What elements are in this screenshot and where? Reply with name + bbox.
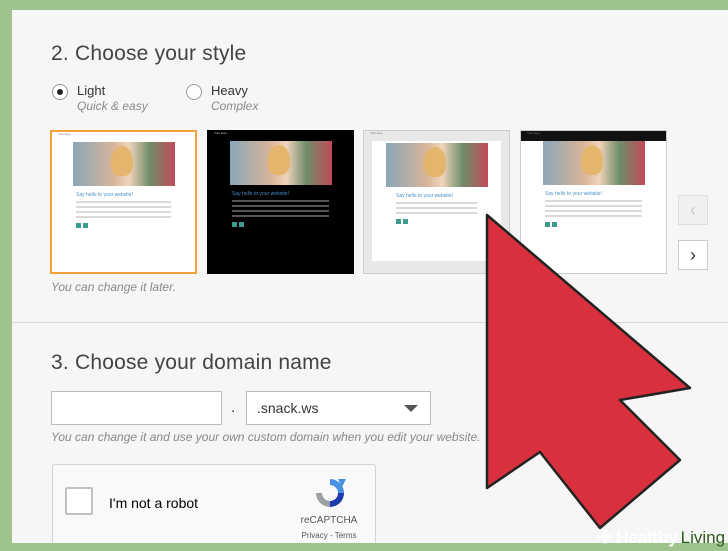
theme-thumbnail-1[interactable]: Your logo Say hello to your website! bbox=[50, 130, 197, 274]
recaptcha-widget: I'm not a robot reCAPTCHA Privacy - Term… bbox=[52, 464, 376, 543]
domain-select[interactable]: .snack.ws bbox=[246, 391, 431, 425]
style-heading: 2. Choose your style bbox=[51, 42, 247, 65]
theme-thumbnail-3[interactable]: Your logo Say hello to your website! bbox=[363, 130, 510, 274]
thumb-logo-text: Your logo bbox=[370, 131, 383, 135]
theme-thumbnail-2[interactable]: Your logo Say hello to your website! bbox=[207, 130, 354, 274]
radio-light[interactable] bbox=[52, 84, 68, 100]
thumb-title: Say hello to your website! bbox=[545, 191, 602, 197]
chevron-right-icon: › bbox=[690, 244, 696, 265]
style-caption: You can change it later. bbox=[51, 280, 176, 294]
theme-thumbnail-4[interactable]: Your logo Say hello to your website! bbox=[520, 130, 667, 274]
domain-select-value: .snack.ws bbox=[257, 400, 319, 416]
style-option-light[interactable]: Light Quick & easy bbox=[52, 83, 148, 113]
watermark-word-2: Living bbox=[680, 528, 726, 547]
thumb-title: Say hello to your website! bbox=[76, 192, 133, 198]
recaptcha-brand: reCAPTCHA bbox=[300, 515, 358, 526]
healthy-living-watermark: ✚ Healthy Living bbox=[598, 528, 725, 548]
thumb-title: Say hello to your website! bbox=[232, 191, 289, 197]
carousel-prev-button[interactable]: ‹ bbox=[678, 195, 708, 225]
carousel-next-button[interactable]: › bbox=[678, 240, 708, 270]
option-heavy-subtitle: Complex bbox=[211, 99, 259, 113]
thumb-logo-text: Your logo bbox=[214, 131, 227, 135]
domain-heading: 3. Choose your domain name bbox=[51, 351, 332, 374]
domain-separator: . bbox=[231, 399, 236, 416]
plus-icon: ✚ bbox=[598, 528, 613, 547]
thumb-title: Say hello to your website! bbox=[396, 193, 453, 199]
chevron-left-icon: ‹ bbox=[690, 199, 696, 220]
watermark-word-1: Healthy bbox=[616, 528, 678, 547]
thumb-photo bbox=[72, 142, 175, 186]
recaptcha-label: I'm not a robot bbox=[109, 495, 199, 511]
radio-heavy[interactable] bbox=[186, 84, 202, 100]
thumb-photo bbox=[229, 141, 332, 185]
option-light-label: Light bbox=[77, 83, 106, 98]
signup-panel: 2. Choose your style Light Quick & easy … bbox=[12, 10, 728, 543]
domain-caption: You can change it and use your own custo… bbox=[51, 430, 481, 444]
thumb-photo bbox=[385, 143, 488, 187]
caret-down-icon bbox=[404, 405, 418, 412]
thumb-logo-text: Your logo bbox=[527, 131, 540, 135]
recaptcha-checkbox[interactable] bbox=[65, 487, 93, 515]
option-heavy-label: Heavy bbox=[211, 83, 248, 98]
style-option-heavy[interactable]: Heavy Complex bbox=[186, 83, 258, 113]
thumb-photo bbox=[542, 141, 645, 185]
subdomain-input[interactable] bbox=[51, 391, 222, 425]
thumb-logo-text: Your logo bbox=[58, 132, 71, 136]
recaptcha-logo-icon bbox=[316, 479, 346, 507]
recaptcha-links[interactable]: Privacy - Terms bbox=[293, 531, 365, 540]
section-divider bbox=[12, 322, 728, 323]
option-light-subtitle: Quick & easy bbox=[77, 99, 148, 113]
